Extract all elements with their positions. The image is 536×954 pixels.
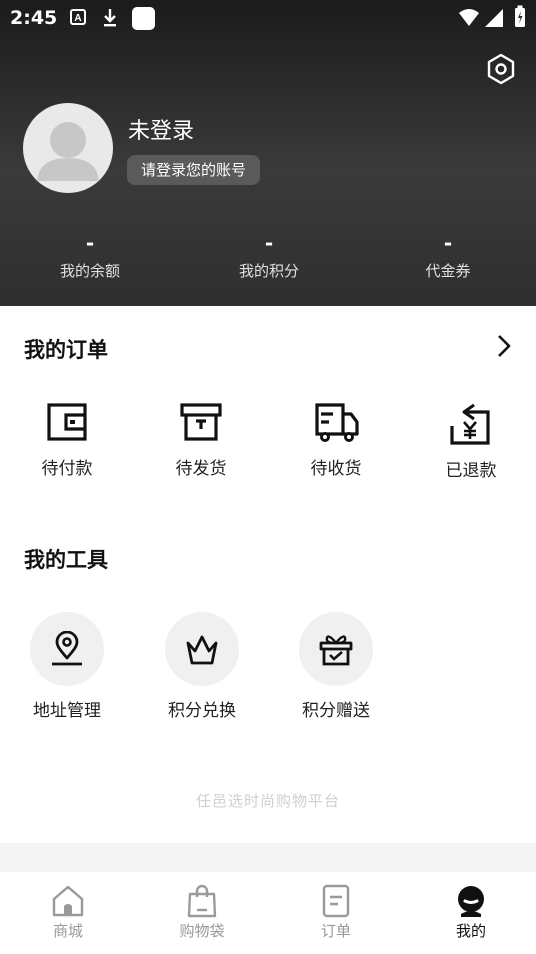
platform-slogan: 任邑选时尚购物平台 (195, 792, 340, 810)
order-pending-receipt[interactable]: 待收货 (281, 402, 391, 479)
tab-label: 购物袋 (179, 922, 225, 940)
settings-hexagon-icon[interactable] (484, 52, 518, 86)
stat-value: - (264, 231, 274, 255)
profile-face-icon (458, 886, 484, 917)
stat-value: - (443, 231, 453, 255)
shopping-bag-icon (187, 884, 217, 918)
status-bar: 2:45 A (0, 0, 536, 36)
delivery-truck-icon (315, 403, 359, 442)
default-user-icon (37, 122, 99, 181)
tab-label: 我的 (455, 922, 486, 940)
status-time: 2:45 (10, 7, 58, 29)
tab-label: 订单 (320, 922, 351, 940)
tools-title: 我的工具 (24, 548, 108, 572)
username: 未登录 (128, 119, 195, 144)
tool-label: 地址管理 (33, 701, 101, 721)
profile-header: 2:45 A 未登录 请登录您的账号 - 我的余额 - 我的积分 - 代金券 (0, 0, 536, 306)
main-content: 我的订单 待付款 待发货 待收货 已退款 我的工具 地址管理 积分兑换 积分赠送… (0, 306, 536, 843)
gift-icon (319, 635, 353, 666)
wallet-icon (47, 403, 87, 441)
tab-mall[interactable]: 商城 (18, 884, 118, 941)
login-button[interactable]: 请登录您的账号 (127, 155, 261, 185)
tool-points-gift[interactable]: 积分赠送 (276, 612, 396, 721)
home-icon (52, 885, 84, 917)
stat-value: - (85, 231, 95, 255)
order-label: 待发货 (175, 459, 227, 479)
tool-icon-circle (30, 612, 104, 686)
stat-label: 代金券 (425, 262, 471, 280)
app-notification-icon (132, 7, 155, 30)
basket-icon (186, 635, 218, 665)
order-label: 待付款 (41, 459, 93, 479)
location-pin-icon (52, 631, 82, 666)
stat-label: 我的余额 (59, 262, 120, 280)
order-pending-shipment[interactable]: 待发货 (146, 402, 256, 479)
tool-label: 积分赠送 (302, 701, 370, 721)
order-label: 待收货 (310, 459, 362, 479)
box-icon (180, 403, 222, 441)
chevron-right-icon[interactable] (494, 334, 514, 358)
cell-signal-icon (485, 9, 503, 27)
tool-address[interactable]: 地址管理 (7, 612, 127, 721)
tab-mine[interactable]: 我的 (421, 884, 521, 941)
order-refunded[interactable]: 已退款 (416, 402, 526, 481)
avatar[interactable] (23, 103, 113, 193)
tool-points-exchange[interactable]: 积分兑换 (142, 612, 262, 721)
svg-text:A: A (74, 13, 81, 24)
stat-balance[interactable]: - 我的余额 (20, 232, 160, 281)
tool-icon-circle (165, 612, 239, 686)
bottom-tab-bar: 商城 购物袋 订单 我的 (0, 872, 536, 954)
tab-orders[interactable]: 订单 (286, 884, 386, 941)
tab-label: 商城 (52, 922, 83, 940)
refund-yen-icon (450, 403, 490, 445)
order-pending-payment[interactable]: 待付款 (12, 402, 122, 479)
stat-vouchers[interactable]: - 代金券 (378, 232, 518, 281)
tool-label: 积分兑换 (168, 701, 236, 721)
order-doc-icon (322, 884, 350, 918)
keyboard-a-icon: A (70, 9, 86, 25)
battery-icon (515, 5, 525, 27)
order-label: 已退款 (445, 461, 497, 481)
orders-title: 我的订单 (24, 338, 108, 362)
tool-icon-circle (299, 612, 373, 686)
stat-label: 我的积分 (238, 262, 299, 280)
tab-shopping-bag[interactable]: 购物袋 (152, 884, 252, 941)
download-icon (104, 9, 116, 27)
stat-points[interactable]: - 我的积分 (199, 232, 339, 281)
wifi-icon (459, 9, 479, 26)
